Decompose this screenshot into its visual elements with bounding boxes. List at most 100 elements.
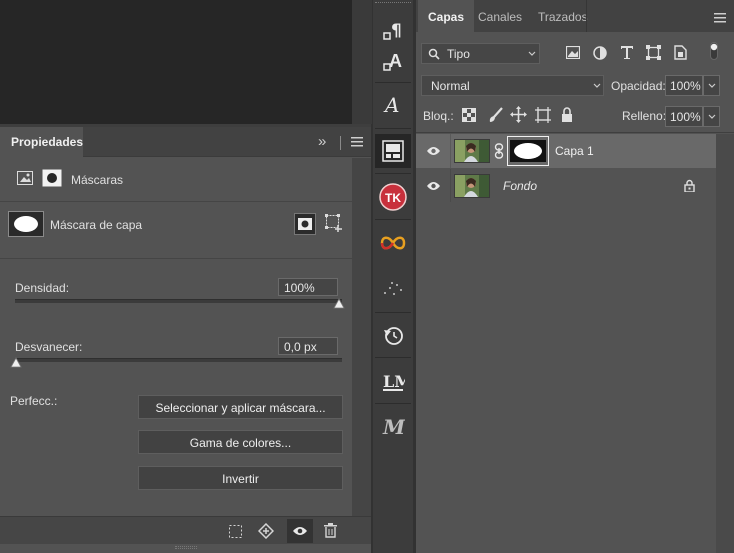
- infinity-plugin-icon[interactable]: [375, 226, 411, 260]
- layer-mask-thumbnail-frame[interactable]: [507, 136, 549, 166]
- lock-all-icon[interactable]: [561, 107, 573, 122]
- svg-text:M: M: [382, 415, 405, 439]
- toggle-mask-visibility-button[interactable]: [287, 519, 313, 543]
- blend-mode-value: Normal: [431, 79, 470, 93]
- panel-menu-icon[interactable]: [351, 137, 363, 147]
- add-vector-mask-button[interactable]: [325, 214, 343, 232]
- section-divider-2: [0, 258, 352, 259]
- row-divider: [450, 134, 451, 168]
- mask-icon: [298, 218, 312, 230]
- m-script-icon[interactable]: M: [375, 410, 411, 444]
- layer-lock-icon: [684, 179, 695, 192]
- layer-name[interactable]: Capa 1: [555, 144, 594, 158]
- scatter-icon[interactable]: [375, 272, 411, 306]
- layer-thumbnail[interactable]: [454, 139, 490, 163]
- layer-name[interactable]: Fondo: [503, 179, 537, 193]
- fill-label: Relleno:: [622, 109, 667, 123]
- svg-text:TK: TK: [385, 191, 401, 205]
- chevron-down-icon: [708, 83, 716, 88]
- svg-text:LM: LM: [383, 372, 405, 391]
- refine-label: Perfecc.:: [10, 394, 58, 408]
- tab-paths[interactable]: Trazados: [528, 0, 598, 32]
- blend-mode-select[interactable]: Normal: [421, 75, 604, 96]
- opacity-dropdown[interactable]: [703, 75, 720, 96]
- lock-position-icon[interactable]: [510, 106, 527, 123]
- panel-icon-strip: ¶ A A TK LM M: [373, 0, 413, 553]
- svg-text:A: A: [383, 93, 399, 117]
- select-and-mask-button[interactable]: Seleccionar y aplicar máscara...: [138, 395, 343, 419]
- layer-row[interactable]: Capa 1: [416, 134, 716, 168]
- feather-input[interactable]: 0,0 px: [278, 337, 338, 355]
- row-divider: [450, 169, 451, 202]
- layers-menu-icon[interactable]: [714, 13, 726, 23]
- visibility-eye-icon[interactable]: [426, 146, 441, 156]
- lock-pixels-icon[interactable]: [488, 107, 503, 123]
- tab-divider: [340, 136, 341, 150]
- vector-mask-icon[interactable]: [42, 169, 62, 187]
- document-canvas[interactable]: [0, 0, 352, 124]
- mask-link-icon[interactable]: [494, 143, 504, 159]
- tab-channels[interactable]: Canales: [468, 0, 532, 32]
- density-input[interactable]: 100%: [278, 278, 338, 296]
- layer-row[interactable]: Fondo: [416, 169, 716, 202]
- paragraph-icon[interactable]: ¶: [375, 14, 411, 48]
- character-icon[interactable]: A: [375, 45, 411, 79]
- layers-tabbar: Capas Canales Trazados: [416, 0, 734, 32]
- opacity-label: Opacidad:: [611, 79, 666, 93]
- resize-grip[interactable]: [175, 546, 197, 549]
- chevron-down-icon: [593, 83, 601, 88]
- mask-name: Máscara de capa: [50, 218, 143, 232]
- tool-separator: [375, 357, 411, 358]
- tab-properties[interactable]: Propiedades: [0, 127, 83, 157]
- properties-icon[interactable]: [375, 134, 411, 168]
- invert-button[interactable]: Invertir: [138, 466, 343, 490]
- properties-footer: [0, 516, 371, 544]
- filter-kind-value: Tipo: [447, 47, 470, 61]
- visibility-eye-icon[interactable]: [426, 181, 441, 191]
- properties-scrollbar[interactable]: [352, 158, 371, 516]
- delete-mask-icon[interactable]: [324, 523, 337, 538]
- tk-plugin-icon[interactable]: TK: [375, 180, 411, 214]
- tool-separator: [375, 219, 411, 220]
- filter-shape-icon[interactable]: [646, 45, 661, 60]
- fill-dropdown[interactable]: [703, 106, 720, 127]
- layers-divider: [416, 132, 734, 133]
- filter-toggle[interactable]: [710, 42, 718, 60]
- filter-kind-select[interactable]: Tipo: [421, 43, 540, 64]
- glyph-a-icon[interactable]: A: [375, 88, 411, 122]
- lm-plugin-icon[interactable]: LM: [375, 364, 411, 398]
- filter-smart-object-icon[interactable]: [674, 45, 687, 60]
- collapse-panels-icon[interactable]: »: [318, 133, 326, 150]
- layer-thumbnail[interactable]: [454, 174, 490, 198]
- lock-transparency-icon[interactable]: [462, 108, 476, 122]
- fill-input[interactable]: 100%: [665, 106, 703, 127]
- lock-artboard-icon[interactable]: [535, 107, 551, 123]
- history-icon[interactable]: [375, 318, 411, 352]
- mask-thumbnail: [8, 211, 44, 237]
- color-range-button[interactable]: Gama de colores...: [138, 430, 343, 454]
- strip-grip[interactable]: [375, 2, 411, 8]
- filter-adjustment-icon[interactable]: [593, 46, 607, 60]
- opacity-input[interactable]: 100%: [665, 75, 703, 96]
- section-divider: [0, 201, 352, 202]
- feather-label: Desvanecer:: [15, 340, 83, 354]
- lock-label: Bloq.:: [423, 109, 454, 123]
- layers-scrollbar[interactable]: [716, 134, 734, 553]
- add-pixel-mask-button[interactable]: [294, 213, 316, 235]
- filter-pixel-icon[interactable]: [566, 46, 580, 59]
- tool-separator: [375, 173, 411, 174]
- feather-slider-thumb[interactable]: [10, 357, 22, 369]
- density-slider-thumb[interactable]: [333, 298, 345, 310]
- pixel-mask-icon[interactable]: [17, 171, 33, 185]
- chevron-down-icon: [528, 51, 536, 56]
- density-slider[interactable]: [15, 299, 342, 303]
- properties-tabbar: Propiedades »: [0, 127, 371, 157]
- filter-type-icon[interactable]: [620, 45, 634, 60]
- density-label: Densidad:: [15, 281, 70, 295]
- apply-mask-icon[interactable]: [258, 523, 274, 539]
- load-selection-icon[interactable]: [229, 525, 242, 538]
- tab-layers[interactable]: Capas: [418, 0, 475, 32]
- layers-panel: Capas Canales Trazados Tipo Normal Opaci…: [416, 0, 734, 553]
- tool-separator: [375, 128, 411, 129]
- feather-slider[interactable]: [15, 358, 342, 362]
